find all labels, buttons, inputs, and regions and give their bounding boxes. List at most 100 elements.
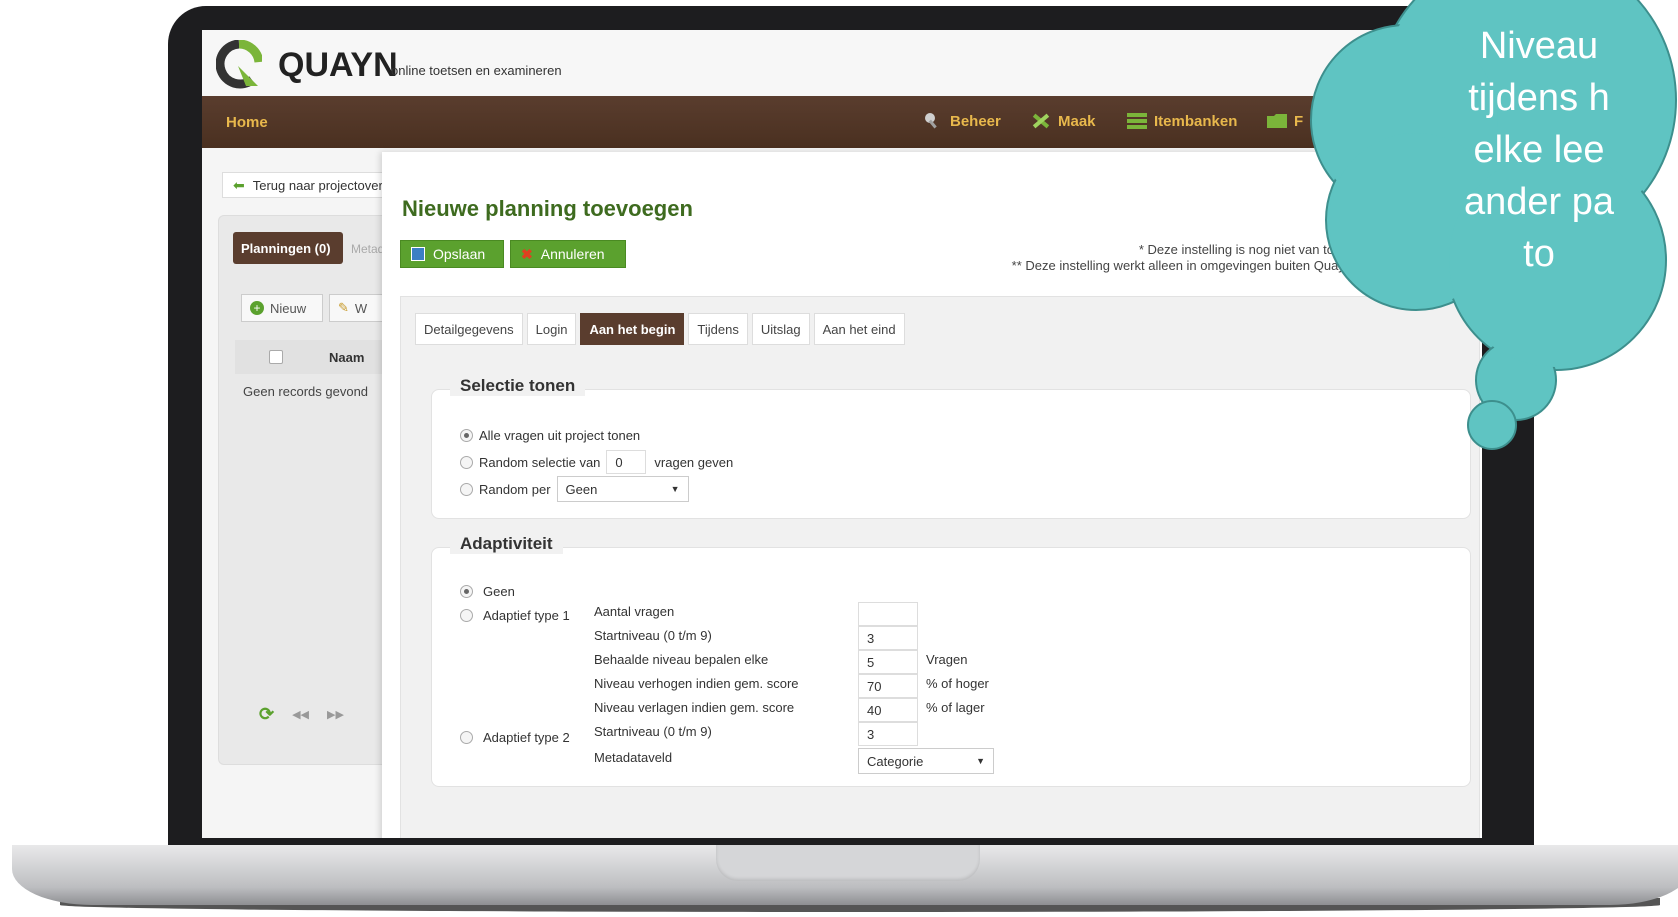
option-random-selection-label: Random selectie van [479,454,601,470]
column-naam[interactable]: Naam [329,350,364,365]
option-random-per-label: Random per [479,481,551,497]
cancel-button[interactable]: ✖ Annuleren [510,240,626,268]
quayn-logo-icon [216,40,262,89]
bubble-line: to [1523,233,1555,275]
nav-beheer[interactable]: Beheer [922,111,1001,131]
tab-aan-het-begin[interactable]: Aan het begin [580,313,685,345]
next-page-icon[interactable]: ▶▶ [327,708,344,721]
tab-metadata[interactable]: Metad [351,242,384,256]
radio-all-questions[interactable] [460,429,473,442]
option-geen[interactable]: Geen [460,584,515,599]
tab-detailgegevens[interactable]: Detailgegevens [415,313,523,345]
save-button-label: Opslaan [433,246,486,262]
chevron-down-icon: ▼ [670,484,680,494]
select-all-checkbox[interactable] [269,350,283,364]
nav-itembanken-label: Itembanken [1154,112,1238,130]
startniveau-input[interactable]: 3 [858,626,918,650]
adaptiviteit-fieldset: Adaptiviteit Geen Adaptief type 1 Adapti… [431,534,1471,787]
suffix-vragen: Vragen [926,652,968,667]
refresh-icon[interactable]: ⟳ [259,704,274,725]
label-niveau-verhogen: Niveau verhogen indien gem. score [594,676,799,691]
arrow-left-icon: ⬅ [233,176,245,193]
radio-geen[interactable] [460,585,473,598]
nav-maak-label: Maak [1058,112,1096,130]
option-adaptief-2[interactable]: Adaptief type 2 [460,730,570,745]
nav-home-link[interactable]: Home [226,114,268,131]
no-records-text: Geen records gevond [243,384,369,399]
adaptiviteit-legend: Adaptiviteit [450,534,563,554]
suffix-hoger: % of hoger [926,676,989,691]
suffix-lager: % of lager [926,700,985,715]
cross-icon: ✖ [521,245,533,262]
label-aantal-vragen: Aantal vragen [594,604,675,619]
startniveau-2-input[interactable]: 3 [858,722,918,746]
chevron-down-icon: ▼ [976,756,985,766]
wrench-icon [925,113,937,129]
tab-login[interactable]: Login [526,313,577,345]
radio-adaptief-1[interactable] [460,609,473,622]
edit-button[interactable]: ✎ W [329,294,389,322]
new-button[interactable]: + Nieuw [241,294,323,322]
option-geen-label: Geen [483,584,515,599]
pager: ⟳ ◀◀ ▶▶ [259,704,344,725]
option-adaptief-1[interactable]: Adaptief type 1 [460,608,570,623]
nav-beheer-label: Beheer [950,112,1001,130]
database-icon [1127,113,1147,129]
bubble-line: Niveau [1479,25,1599,67]
main-navbar: Home Beheer Maak Itembanken F [202,96,1482,148]
metadataveld-select[interactable]: Categorie ▼ [858,748,994,774]
option-all-questions[interactable]: Alle vragen uit project tonen [460,428,640,443]
brand-tagline: online toetsen en examineren [391,63,562,78]
random-count-input[interactable]: 0 [606,450,647,474]
cancel-button-label: Annuleren [540,246,605,262]
radio-random-selection[interactable] [460,455,473,469]
option-adaptief-1-label: Adaptief type 1 [483,608,570,623]
tab-uitslag[interactable]: Uitslag [751,313,810,345]
stage: QUAYN online toetsen en examineren Home … [0,0,1678,917]
nav-itembanken[interactable]: Itembanken [1126,111,1237,131]
label-startniveau-2: Startniveau (0 t/m 9) [594,724,712,739]
label-niveau-verlagen: Niveau verlagen indien gem. score [594,700,795,715]
bubble-line: elke lee [1473,129,1605,171]
logo-bar: QUAYN online toetsen en examineren [202,30,1482,96]
label-metadataveld: Metadataveld [594,750,673,765]
save-button[interactable]: Opslaan [400,240,504,268]
random-per-value: Geen [565,481,598,497]
plus-circle-icon: + [250,301,264,315]
radio-random-per[interactable] [460,482,473,496]
option-all-questions-label: Alle vragen uit project tonen [479,428,641,443]
random-per-select[interactable]: Geen ▼ [556,476,689,502]
back-button-label: Terug naar projectover [252,177,383,193]
label-behaalde-niveau: Behaalde niveau bepalen elke [594,652,769,667]
brand-name: QUAYN [278,46,398,84]
pencil-icon: ✎ [338,300,349,315]
tools-icon [1032,113,1050,129]
bubble-line: ander pa [1463,181,1614,223]
selectie-legend: Selectie tonen [450,376,586,396]
new-button-label: Nieuw [270,300,307,316]
tab-tijdens[interactable]: Tijdens [688,313,748,345]
floppy-disk-icon [411,247,425,261]
modal-title: Nieuwe planning toevoegen [402,196,693,221]
bubble-text: Niveau tijdens h elke lee ander pa to [1400,20,1678,280]
niveau-verhogen-input[interactable]: 70 [858,674,918,698]
nav-maak[interactable]: Maak [1030,111,1096,131]
option-random-selection[interactable]: Random selectie van 0 vragen geven [460,450,733,474]
settings-tabs: Detailgegevens Login Aan het begin Tijde… [415,313,905,345]
option-adaptief-2-label: Adaptief type 2 [483,730,570,745]
random-suffix-label: vragen geven [654,454,734,470]
label-startniveau: Startniveau (0 t/m 9) [594,628,712,643]
metadataveld-value: Categorie [867,753,924,769]
radio-adaptief-2[interactable] [460,731,473,744]
tab-planningen[interactable]: Planningen (0) [233,232,343,264]
laptop-notch [716,845,980,881]
first-page-icon[interactable]: ◀◀ [292,708,309,721]
option-random-per[interactable]: Random per Geen ▼ [460,476,689,502]
behaalde-niveau-input[interactable]: 5 [858,650,918,674]
folder-icon [1267,114,1287,128]
screen: QUAYN online toetsen en examineren Home … [202,30,1482,838]
bubble-line: tijdens h [1468,77,1610,119]
aantal-vragen-input[interactable] [858,602,918,626]
niveau-verlagen-input[interactable]: 40 [858,698,918,722]
tab-aan-het-eind[interactable]: Aan het eind [813,313,905,345]
